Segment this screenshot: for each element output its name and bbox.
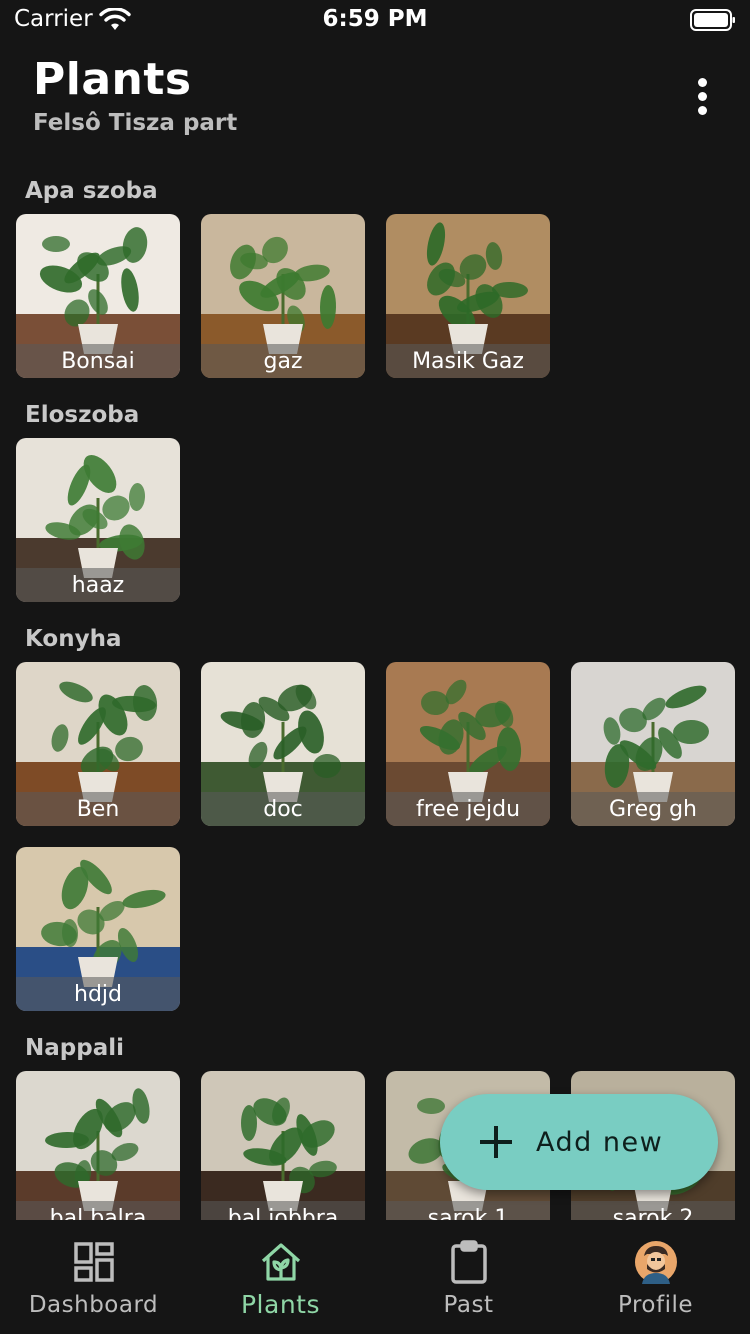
plant-card[interactable]: Bonsai (16, 214, 180, 378)
plant-name: doc (263, 796, 303, 822)
status-time: 6:59 PM (322, 6, 428, 32)
plant-card[interactable]: Masik Gaz (386, 214, 550, 378)
plant-card[interactable]: haaz (16, 438, 180, 602)
plant-name-bar: hdjd (16, 977, 180, 1011)
plant-grid: Bonsai gaz Masik Gaz (16, 214, 750, 378)
plant-list[interactable]: Apa szoba Bonsai gaz Masik Gaz Eloszoba (0, 154, 750, 1220)
more-vertical-icon (697, 105, 707, 115)
page-title: Plants (33, 54, 192, 105)
more-options-button[interactable] (682, 74, 722, 118)
app-header: Plants Felsô Tisza part (0, 44, 750, 154)
plant-name-bar: sarok 1 (386, 1201, 550, 1220)
clipboard-icon (450, 1240, 487, 1284)
more-vertical-icon (697, 77, 707, 87)
plant-name: Bonsai (61, 348, 135, 374)
plant-name: hdjd (74, 981, 122, 1007)
plant-grid: haaz (16, 438, 750, 602)
tab-label: Plants (240, 1290, 320, 1319)
more-vertical-icon (697, 91, 707, 101)
plant-name-bar: Ben (16, 792, 180, 826)
status-bar: Carrier 6:59 PM (0, 0, 750, 44)
plant-name: haaz (71, 572, 125, 598)
plant-name-bar: haaz (16, 568, 180, 602)
plant-name-bar: free jejdu (386, 792, 550, 826)
tab-label: Past (443, 1292, 494, 1318)
plant-card[interactable]: bal balra (16, 1071, 180, 1220)
avatar-icon (634, 1241, 677, 1284)
tab-dashboard[interactable]: Dashboard (0, 1220, 187, 1334)
plant-name: sarok 1 (427, 1205, 509, 1221)
dashboard-icon (73, 1242, 114, 1282)
plant-grid: Ben doc free jejdu Greg gh hdjd (16, 662, 750, 1011)
plant-card[interactable]: Greg gh (571, 662, 735, 826)
plant-name-bar: Bonsai (16, 344, 180, 378)
battery-icon (690, 9, 735, 31)
room-section: Eloszoba haaz (0, 402, 750, 602)
add-new-label: Add new (536, 1126, 664, 1158)
plant-name: Ben (76, 796, 120, 822)
plant-card[interactable]: hdjd (16, 847, 180, 1011)
room-title: Eloszoba (25, 402, 140, 428)
plant-name-bar: sarok 2 (571, 1201, 735, 1220)
room-section: Apa szoba Bonsai gaz Masik Gaz (0, 178, 750, 378)
tab-label: Profile (617, 1292, 693, 1318)
tab-plants[interactable]: Plants (187, 1220, 374, 1334)
plant-card[interactable]: gaz (201, 214, 365, 378)
plant-card[interactable]: doc (201, 662, 365, 826)
plant-card[interactable]: Ben (16, 662, 180, 826)
plant-name-bar: bal jobbra (201, 1201, 365, 1220)
plant-name-bar: doc (201, 792, 365, 826)
plant-name: bal balra (49, 1205, 147, 1221)
plant-name-bar: bal balra (16, 1201, 180, 1220)
plant-photo (16, 1071, 180, 1220)
location-subtitle: Felsô Tisza part (33, 110, 238, 136)
plant-name: Greg gh (608, 796, 697, 822)
tab-profile[interactable]: Profile (562, 1220, 749, 1334)
plant-name: bal jobbra (227, 1205, 339, 1221)
plant-name: free jejdu (415, 796, 521, 822)
tab-past[interactable]: Past (375, 1220, 562, 1334)
tab-label: Dashboard (28, 1292, 159, 1318)
room-title: Konyha (25, 626, 122, 652)
room-section: Konyha Ben doc free jejdu Greg gh hdjd (0, 626, 750, 1011)
plant-name: Masik Gaz (412, 348, 524, 374)
room-title: Nappali (25, 1035, 124, 1061)
home-icon (261, 1243, 300, 1281)
plus-icon (480, 1126, 512, 1158)
plant-card[interactable]: bal jobbra (201, 1071, 365, 1220)
plant-name-bar: Greg gh (571, 792, 735, 826)
add-new-button[interactable]: Add new (440, 1094, 718, 1190)
plant-name: sarok 2 (612, 1205, 694, 1221)
room-title: Apa szoba (25, 178, 158, 204)
plant-name: gaz (263, 348, 303, 374)
plant-name-bar: gaz (201, 344, 365, 378)
tab-bar: Dashboard Plants Past Profile (0, 1220, 750, 1334)
plant-card[interactable]: free jejdu (386, 662, 550, 826)
plant-name-bar: Masik Gaz (386, 344, 550, 378)
plant-photo (201, 1071, 365, 1220)
